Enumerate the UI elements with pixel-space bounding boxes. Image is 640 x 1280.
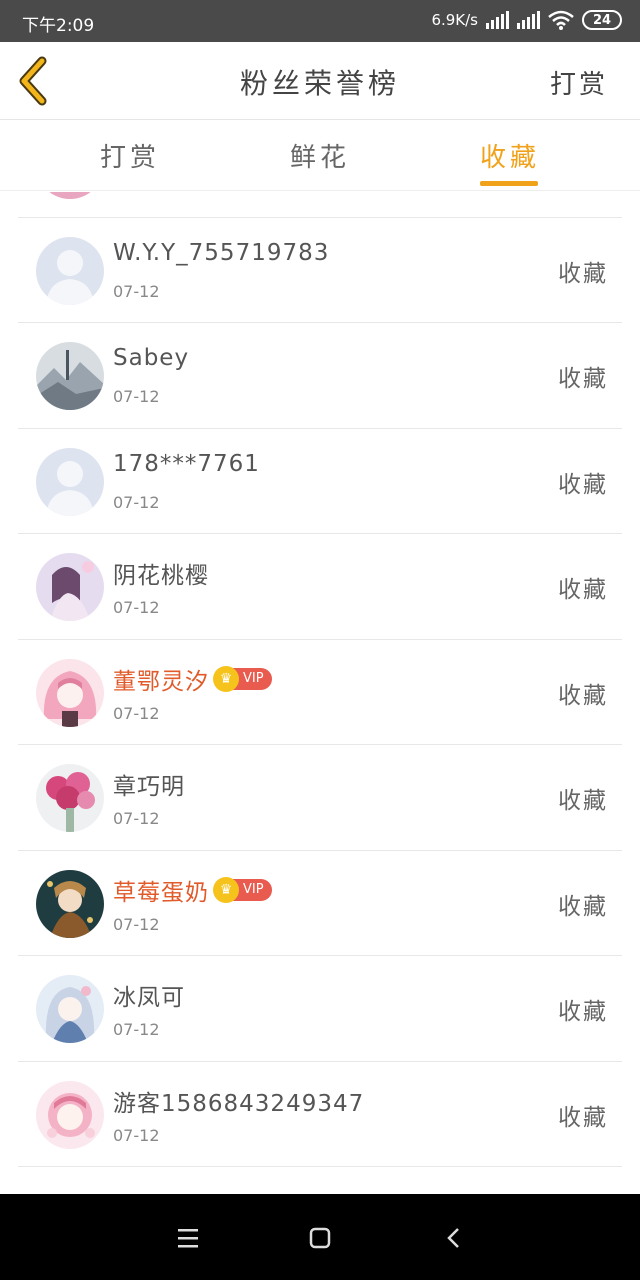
status-bar: 下午2:09 6.9K/s 24 [0, 0, 640, 42]
user-name: 游客1586843249347 [113, 1090, 365, 1117]
list-item[interactable]: 章巧明 07-12 收藏 [18, 745, 622, 851]
avatar[interactable] [36, 658, 104, 727]
home-icon [309, 1227, 331, 1249]
user-name-line: 草莓蛋奶 ♛ VIP [113, 873, 272, 907]
user-name-line: 178***7761 [113, 451, 260, 477]
list-item[interactable]: 07-12收藏 [18, 192, 622, 218]
battery-icon: 24 [582, 10, 622, 30]
user-name-line: 冰凤可 [113, 978, 185, 1012]
vip-label: VIP [243, 882, 264, 897]
user-name: 董鄂灵汐 [113, 668, 209, 695]
crown-icon: ♛ [213, 876, 239, 903]
list-item-action: 收藏 [558, 577, 608, 603]
tab-bar: 打赏 鲜花 收藏 [0, 121, 640, 191]
list-item[interactable]: 冰凤可 07-12 收藏 [18, 956, 622, 1062]
wifi-icon [548, 10, 574, 30]
avatar[interactable] [36, 553, 104, 621]
user-name: Sabey [113, 345, 190, 371]
user-name-line: 游客1586843249347 [113, 1084, 364, 1118]
user-name: 章巧明 [113, 774, 185, 800]
user-name-line: Sabey [113, 345, 189, 371]
avatar[interactable] [36, 764, 104, 832]
user-name-line: 阴花桃樱 [113, 556, 209, 590]
tip-button[interactable]: 打赏 [550, 64, 608, 101]
list-item-date: 07-12 [113, 192, 160, 195]
list-item-action: 收藏 [558, 893, 608, 920]
user-name: 178***7761 [113, 450, 260, 477]
tab-favorites[interactable]: 收藏 [450, 137, 570, 174]
user-name-line: 章巧明 [113, 767, 185, 801]
tab-tip[interactable]: 打赏 [70, 137, 190, 174]
list-item-date: 07-12 [113, 1125, 160, 1145]
list-item-date: 07-12 [113, 1020, 160, 1039]
avatar[interactable] [36, 975, 104, 1043]
avatar[interactable] [36, 192, 104, 199]
list-item[interactable]: 草莓蛋奶 ♛ VIP 07-12 收藏 [18, 851, 622, 956]
list-item-date: 07-12 [113, 492, 160, 512]
user-name-line: 董鄂灵汐 ♛ VIP [113, 662, 272, 696]
status-time: 下午2:09 [22, 16, 95, 36]
list-item-action: 收藏 [558, 260, 608, 287]
home-button[interactable] [298, 1216, 342, 1260]
list-item[interactable]: 游客1586843249347 07-12 收藏 [18, 1062, 622, 1167]
crown-icon: ♛ [213, 665, 239, 692]
list-item-action: 收藏 [558, 366, 608, 392]
avatar[interactable] [36, 236, 104, 305]
page-title: 粉丝荣誉榜 [239, 67, 400, 100]
signal-icon [486, 11, 509, 29]
system-nav-bar [0, 1194, 640, 1280]
list-item-action: 收藏 [558, 788, 608, 814]
avatar[interactable] [36, 1080, 104, 1149]
list-item-action: 收藏 [558, 1104, 608, 1131]
vip-badge: ♛ VIP [213, 876, 272, 903]
list-item[interactable]: W.Y.Y_755719783 07-12 收藏 [18, 218, 622, 323]
nav-back-button[interactable] [432, 1216, 476, 1260]
net-speed: 6.9K/s [431, 11, 478, 29]
list-item-action: 收藏 [558, 999, 608, 1025]
tab-flowers[interactable]: 鲜花 [260, 137, 380, 174]
vip-badge: ♛ VIP [213, 665, 272, 692]
vip-label: VIP [243, 671, 264, 686]
avatar[interactable] [36, 342, 104, 410]
list-item-date: 07-12 [113, 809, 160, 828]
list-item[interactable]: 阴花桃樱 07-12 收藏 [18, 534, 622, 640]
list-item[interactable]: 董鄂灵汐 ♛ VIP 07-12 收藏 [18, 640, 622, 745]
fan-list[interactable]: 07-12收藏W.Y.Y_75571978307-12收藏Sabey07-12收… [0, 192, 640, 1194]
list-item[interactable]: 178***7761 07-12 收藏 [18, 429, 622, 534]
signal-icon [517, 11, 540, 29]
list-item-date: 07-12 [113, 387, 160, 406]
user-name: 阴花桃樱 [113, 563, 209, 589]
user-name-line: W.Y.Y_755719783 [113, 240, 329, 266]
status-indicators: 6.9K/s 24 [431, 10, 622, 30]
back-icon [447, 1228, 459, 1248]
user-name: 冰凤可 [113, 985, 185, 1011]
list-item-date: 07-12 [113, 281, 160, 301]
avatar[interactable] [36, 447, 104, 516]
app-header: 粉丝荣誉榜 打赏 [0, 42, 640, 120]
menu-button[interactable] [166, 1216, 210, 1260]
list-item-action: 收藏 [558, 471, 608, 498]
user-name: W.Y.Y_755719783 [113, 239, 330, 266]
list-item-date: 07-12 [113, 598, 160, 617]
list-item-date: 07-12 [113, 703, 160, 723]
list-item-action: 收藏 [558, 682, 608, 709]
user-name: 草莓蛋奶 [113, 879, 209, 906]
active-tab-indicator [480, 181, 538, 186]
list-item-date: 07-12 [113, 914, 160, 934]
list-item[interactable]: Sabey 07-12 收藏 [18, 323, 622, 429]
avatar[interactable] [36, 869, 104, 938]
menu-icon [178, 1229, 198, 1248]
